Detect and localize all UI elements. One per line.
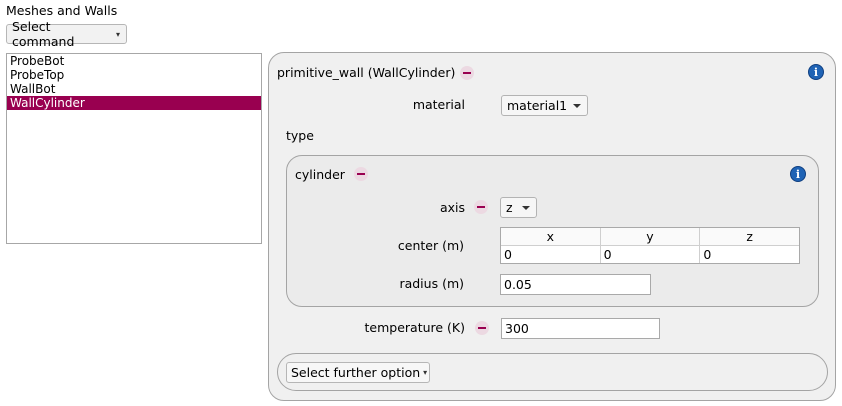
column-header-y: y [601,228,701,245]
type-label: type [286,128,314,143]
list-item-wallcylinder[interactable]: WallCylinder [7,96,261,110]
center-z-cell[interactable]: 0 [700,246,799,263]
radius-input[interactable]: 0.05 [500,274,651,295]
temperature-input[interactable]: 300 [501,318,660,339]
further-option-label: Select further option [291,365,421,380]
chevron-down-icon [522,205,530,210]
material-value: material1 [507,98,568,113]
temperature-label: temperature (K) [364,320,466,335]
section-title: Meshes and Walls [6,3,118,18]
material-label: material [412,97,465,112]
column-header-x: x [501,228,601,245]
select-further-option-button[interactable]: Select further option ▾ [286,362,430,383]
center-y-cell[interactable]: 0 [601,246,701,263]
remove-icon[interactable] [460,66,474,80]
remove-icon[interactable] [474,200,488,214]
dropdown-arrow-icon: ▾ [423,368,428,377]
select-command-label: Select command [12,19,75,49]
wall-list[interactable]: ProbeBot ProbeTop WallBot WallCylinder [6,53,262,244]
cylinder-title: cylinder [295,167,345,182]
chevron-down-icon [573,103,581,108]
list-item-probetop[interactable]: ProbeTop [7,68,261,82]
dropdown-arrow-icon: ▾ [115,29,120,39]
remove-icon[interactable] [354,167,368,181]
select-command-button[interactable]: Select command ▾ [6,19,127,49]
list-item-wallbot[interactable]: WallBot [7,82,261,96]
list-item-probebot[interactable]: ProbeBot [7,54,261,68]
axis-label: axis [439,200,465,215]
info-icon[interactable]: i [790,166,806,182]
material-select[interactable]: material1 [501,95,588,116]
column-header-z: z [746,229,753,244]
panel-title: primitive_wall (WallCylinder) [277,65,456,80]
remove-icon[interactable] [475,321,489,335]
center-table: x y z 0 0 0 [500,227,800,264]
center-label: center (m) [397,238,464,253]
radius-label: radius (m) [399,276,464,291]
axis-value: z [506,200,513,215]
axis-select[interactable]: z [500,197,537,218]
info-icon[interactable]: i [808,64,824,80]
center-x-cell[interactable]: 0 [501,246,601,263]
